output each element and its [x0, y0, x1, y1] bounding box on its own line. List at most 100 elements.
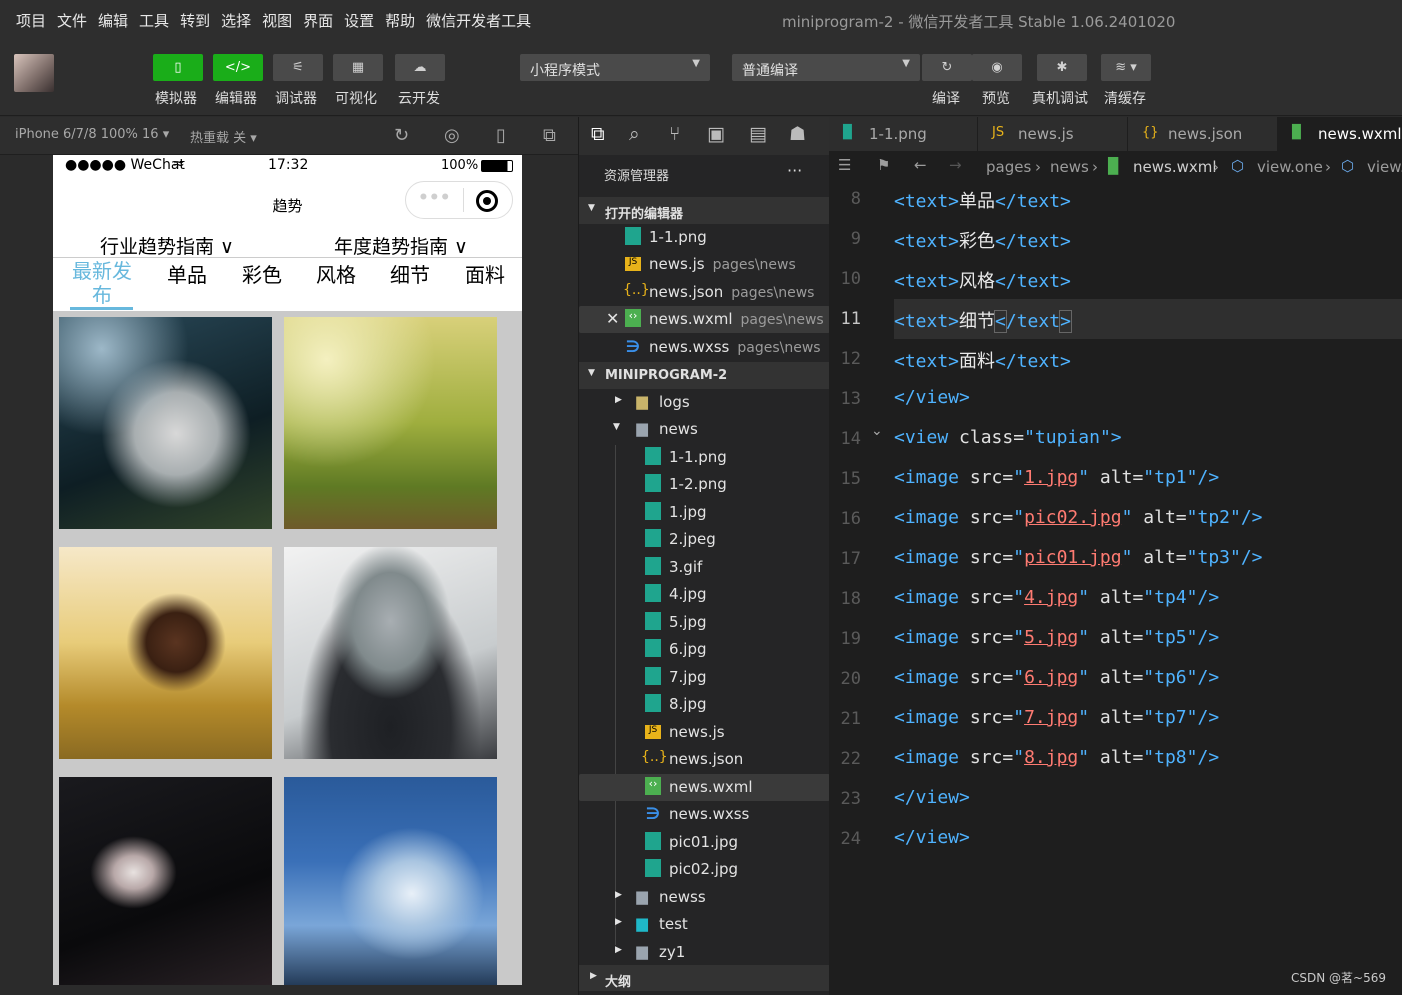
close-icon[interactable] [476, 190, 498, 212]
file-item[interactable]: 6.jpg [579, 636, 830, 663]
menu-select[interactable]: 选择 [221, 10, 251, 31]
clear-cache-button[interactable]: ≋ ▾ [1101, 54, 1151, 81]
phone-icon[interactable]: ▯ [496, 125, 506, 146]
simulator-button[interactable]: ▯ [153, 54, 203, 81]
src-link[interactable]: 8.jpg [1024, 747, 1078, 768]
file-item[interactable]: ∋ news.wxss [579, 801, 830, 828]
crumb-pages[interactable]: pages [986, 158, 1031, 176]
gallery-image[interactable] [284, 547, 497, 759]
folder-item[interactable]: ▶ ▆ newss [579, 884, 830, 911]
more-icon[interactable]: ••• [418, 188, 451, 208]
src-link[interactable]: 1.jpg [1024, 467, 1078, 488]
file-item-active[interactable]: ‹› news.wxml [579, 774, 830, 801]
search-icon[interactable]: ⌕ [629, 123, 640, 145]
tab-latest[interactable]: 最新发布 [71, 259, 133, 307]
file-item[interactable]: 2.jpeg [579, 526, 830, 553]
panel-icon[interactable]: ▤ [749, 123, 767, 145]
tab-news-js[interactable]: JS news.js [978, 117, 1128, 151]
hot-reload-toggle[interactable]: 热重载 关 ▾ [190, 127, 257, 146]
more-options-icon[interactable]: ··· [787, 161, 802, 180]
code-line[interactable]: </view> [894, 819, 1402, 859]
list-icon[interactable]: ☰ [838, 156, 851, 174]
code-line[interactable]: <image src="4.jpg" alt="tp4"/> [894, 579, 1402, 619]
code-line[interactable]: <text>面料</text> [894, 339, 1402, 379]
annual-guide-dropdown[interactable]: 年度趋势指南 ∨ [334, 232, 468, 259]
file-item[interactable]: 1-2.png [579, 471, 830, 498]
forward-icon[interactable]: → [949, 156, 962, 174]
tab-color[interactable]: 彩色 [242, 259, 282, 288]
folder-item[interactable]: ▶ ▆ zy1 [579, 939, 830, 966]
tab-news-json[interactable]: {} news.json [1128, 117, 1278, 151]
file-item[interactable]: 4.jpg [579, 581, 830, 608]
tab-news-wxml[interactable]: ▉ news.wxml [1278, 117, 1402, 151]
industry-guide-dropdown[interactable]: 行业趋势指南 ∨ [100, 232, 234, 259]
files-icon[interactable]: ⧉ [591, 123, 605, 145]
fold-chevron-icon[interactable]: ⌄ [871, 423, 883, 439]
docker-icon[interactable]: ☗ [789, 123, 806, 145]
avatar[interactable] [14, 54, 54, 92]
tab-detail[interactable]: 细节 [390, 259, 430, 288]
debugger-button[interactable]: ⚟ [273, 54, 323, 81]
code-line[interactable]: <image src="5.jpg" alt="tp5"/> [894, 619, 1402, 659]
file-item[interactable]: 1.jpg [579, 499, 830, 526]
rotate-icon[interactable]: ↻ [394, 125, 409, 146]
project-section[interactable]: ▼ MINIPROGRAM-2 [579, 362, 830, 389]
device-select[interactable]: iPhone 6/7/8 100% 16 ▾ [15, 127, 169, 142]
code-line[interactable]: <text>风格</text> [894, 259, 1402, 299]
folder-item[interactable]: ▶ ▆ logs [579, 389, 830, 416]
crumb-file[interactable]: news.wxml [1133, 158, 1217, 176]
compile-button[interactable]: ↻ [922, 54, 972, 81]
open-editor-item[interactable]: 1-1.png [579, 224, 830, 251]
code-line[interactable]: <image src="8.jpg" alt="tp8"/> [894, 739, 1402, 779]
visual-button[interactable]: ▦ [333, 54, 383, 81]
menu-settings[interactable]: 设置 [344, 10, 374, 31]
gallery-image[interactable] [59, 777, 272, 985]
crumb-node-1[interactable]: view.one [1257, 158, 1323, 176]
code-line[interactable]: <image src="pic02.jpg" alt="tp2"/> [894, 499, 1402, 539]
menu-tools[interactable]: 工具 [139, 10, 169, 31]
code-line[interactable]: </view> [894, 379, 1402, 419]
code-line-current[interactable]: <text>细节</text> [894, 299, 1402, 339]
capsule-menu[interactable]: ••• [405, 181, 513, 219]
crumb-node-2[interactable]: view. [1367, 158, 1402, 176]
gallery-image[interactable] [59, 317, 272, 529]
open-editor-item-active[interactable]: ✕ ‹› news.wxml pages\news [579, 306, 830, 333]
file-item[interactable]: {..} news.json [579, 746, 830, 773]
code-line[interactable]: <image src="7.jpg" alt="tp7"/> [894, 699, 1402, 739]
tab-items[interactable]: 单品 [167, 259, 207, 288]
src-link[interactable]: 6.jpg [1024, 667, 1078, 688]
outline-section[interactable]: ▶ 大纲 [579, 965, 830, 991]
open-editor-item[interactable]: {..} news.json pages\news [579, 279, 830, 306]
folder-item[interactable]: ▼ ▆ news [579, 416, 830, 443]
src-link[interactable]: pic02.jpg [1024, 507, 1122, 528]
code-line[interactable]: <text>单品</text> [894, 179, 1402, 219]
file-item[interactable]: JS news.js [579, 719, 830, 746]
mode-select[interactable]: 小程序模式 ▼ [520, 54, 710, 81]
menu-devtools[interactable]: 微信开发者工具 [426, 10, 531, 31]
file-item[interactable]: 1-1.png [579, 444, 830, 471]
tab-fabric[interactable]: 面料 [465, 259, 505, 288]
code-line[interactable]: </view> [894, 779, 1402, 819]
compile-mode-select[interactable]: 普通编译 ▼ [732, 54, 920, 81]
code-line[interactable]: <image src="pic01.jpg" alt="tp3"/> [894, 539, 1402, 579]
cloud-button[interactable]: ☁ [395, 54, 445, 81]
file-item[interactable]: 7.jpg [579, 664, 830, 691]
preview-button[interactable]: ◉ [972, 54, 1022, 81]
tab-1-1-png[interactable]: ▉ 1-1.png [829, 117, 978, 151]
code-line[interactable]: <text>彩色</text> [894, 219, 1402, 259]
file-item[interactable]: 5.jpg [579, 609, 830, 636]
src-link[interactable]: 5.jpg [1024, 627, 1078, 648]
menu-view[interactable]: 视图 [262, 10, 292, 31]
src-link[interactable]: 4.jpg [1024, 587, 1078, 608]
close-icon[interactable]: ✕ [606, 309, 619, 328]
folder-item[interactable]: ▶ ▆ test [579, 911, 830, 938]
gallery-image[interactable] [59, 547, 272, 759]
bookmark-icon[interactable]: ⚑ [877, 156, 890, 174]
code-line[interactable]: <view class="tupian"> [894, 419, 1402, 459]
crumb-news[interactable]: news [1050, 158, 1089, 176]
gallery-image[interactable] [284, 317, 497, 529]
tab-style[interactable]: 风格 [316, 259, 356, 288]
git-icon[interactable]: ⑂ [669, 123, 680, 145]
menu-goto[interactable]: 转到 [180, 10, 210, 31]
code-line[interactable]: <image src="6.jpg" alt="tp6"/> [894, 659, 1402, 699]
